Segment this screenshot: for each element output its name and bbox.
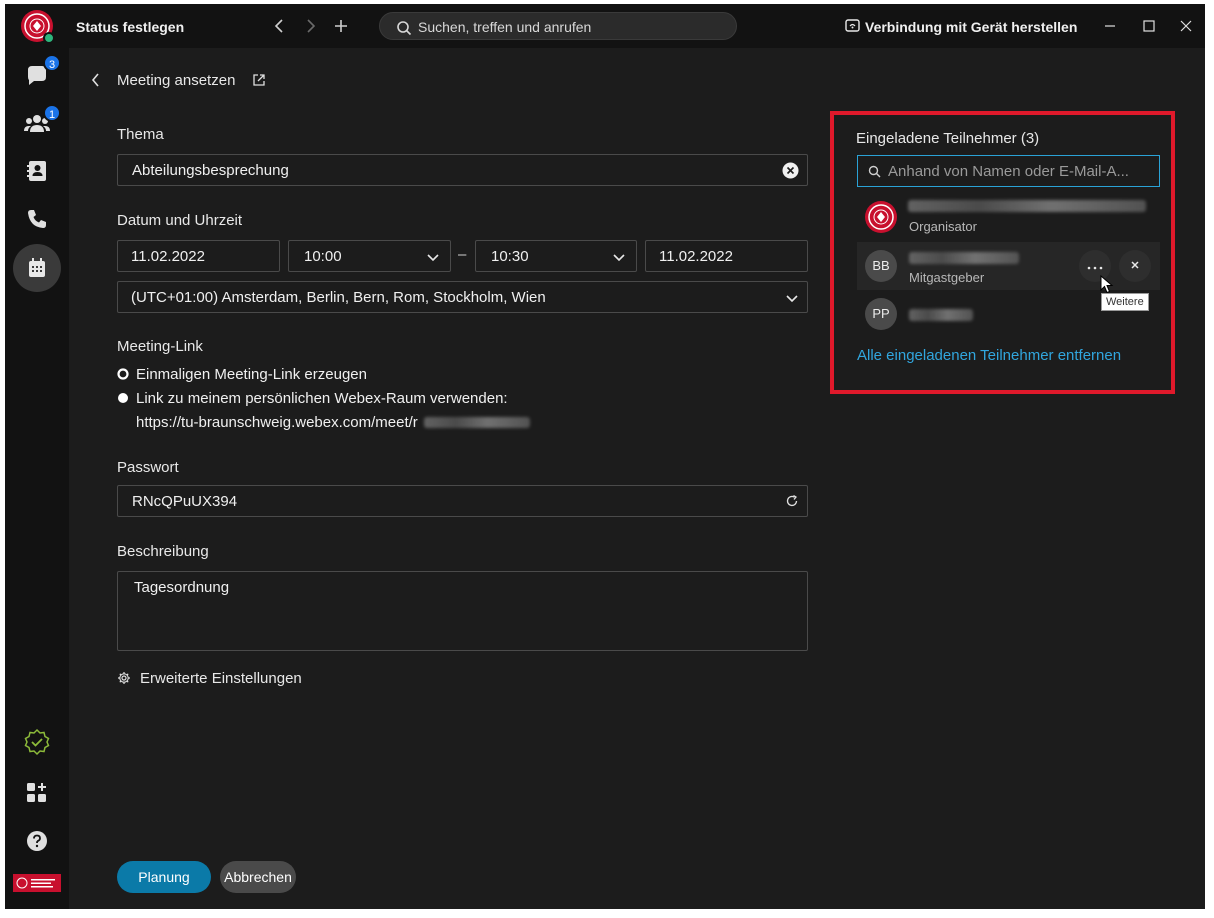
minimize-icon[interactable] [1103,19,1117,33]
chevron-down-icon [427,254,439,262]
end-time-value: 10:30 [491,248,529,265]
invitees-header: Eingeladene Teilnehmer (3) [856,130,1040,147]
invitee-role: Mitgastgeber [909,270,985,285]
start-date-value: 11.02.2022 [131,248,205,265]
schedule-button[interactable]: Planung [117,861,211,893]
invitees-panel: Eingeladene Teilnehmer (3) Anhand von Na… [830,111,1175,394]
start-time-select[interactable]: 10:00 [288,240,451,272]
password-input[interactable]: RNcQPuUX394 [117,485,808,517]
close-window-icon[interactable] [1179,19,1193,33]
advanced-settings-link[interactable]: Erweiterte Einstellungen [117,670,317,690]
personal-room-url: https://tu-braunschweig.webex.com/meet/r [136,414,530,431]
forward-arrow-icon[interactable] [303,18,317,34]
radio-unselected-icon [118,393,128,403]
connect-device-button[interactable]: Verbindung mit Gerät herstellen [865,19,1077,35]
meeting-link-label: Meeting-Link [117,338,203,355]
topic-label: Thema [117,126,164,143]
maximize-icon[interactable] [1142,19,1156,33]
invitee-row: PP [857,290,1160,338]
radio-one-time-label: Einmaligen Meeting-Link erzeugen [136,366,367,383]
global-search-input[interactable]: Suchen, treffen und anrufen [379,12,737,40]
user-avatar[interactable] [21,10,55,44]
help-icon[interactable] [25,829,49,853]
timezone-value: (UTC+01:00) Amsterdam, Berlin, Bern, Rom… [131,289,546,306]
gear-icon [118,672,130,684]
teams-badge: 1 [43,104,61,122]
redacted-username [423,417,530,428]
presence-indicator [43,32,55,44]
redacted-name [908,200,1146,212]
chevron-down-icon [786,295,798,303]
invitee-search-input[interactable]: Anhand von Namen oder E-Mail-A... [857,155,1160,187]
remove-invitee-button[interactable] [1119,250,1151,282]
plus-icon[interactable] [333,18,349,34]
phone-icon [28,210,46,228]
password-label: Passwort [117,459,179,476]
end-time-select[interactable]: 10:30 [475,240,637,272]
radio-selected-icon [117,368,129,380]
search-icon [868,165,881,178]
remove-all-invitees-link[interactable]: Alle eingeladenen Teilnehmer entfernen [857,347,1121,364]
avatar [865,201,897,233]
calendar-icon [29,258,45,277]
sidebar-item-teams[interactable]: 1 [21,104,61,140]
time-range-dash: – [458,246,467,263]
close-icon [1131,261,1139,269]
apps-icon[interactable] [25,781,49,805]
redacted-name [909,252,1019,264]
avatar: PP [865,298,897,330]
end-date-input[interactable]: 11.02.2022 [645,240,808,272]
description-value: Tagesordnung [134,579,230,596]
university-logo [13,874,61,892]
personal-room-url-text: https://tu-braunschweig.webex.com/meet/r [136,414,418,431]
title-bar: Status festlegen Suchen, treffen und anr… [5,4,1205,48]
start-date-input[interactable]: 11.02.2022 [117,240,280,272]
global-search-placeholder: Suchen, treffen und anrufen [418,19,592,35]
university-seal-icon [868,204,894,230]
device-connect-icon [845,19,860,32]
advanced-settings-label: Erweiterte Einstellungen [140,670,302,687]
avatar: BB [865,250,897,282]
end-date-value: 11.02.2022 [659,248,733,265]
check-status-icon[interactable] [23,728,51,756]
open-external-icon[interactable] [252,73,266,87]
sidebar-item-contacts[interactable] [21,155,53,187]
invitee-row-cohost[interactable]: BB Mitgastgeber [857,242,1160,290]
page-title: Meeting ansetzen [117,72,236,89]
timezone-select[interactable]: (UTC+01:00) Amsterdam, Berlin, Bern, Rom… [117,281,808,313]
redacted-name [909,309,973,321]
back-icon[interactable] [90,72,102,88]
university-logo-icon [16,877,55,889]
messaging-badge: 3 [43,54,61,72]
cancel-button[interactable]: Abbrechen [220,861,296,893]
status-button[interactable]: Status festlegen [76,19,184,35]
datetime-label: Datum und Uhrzeit [117,212,243,229]
invitee-row-organizer: Organisator [857,195,1160,243]
chevron-down-icon [613,254,625,262]
refresh-icon[interactable] [785,494,799,508]
sidebar-item-messaging[interactable]: 3 [21,54,61,92]
ellipsis-icon [1087,266,1103,270]
schedule-meeting-view: Meeting ansetzen Thema Abteilungsbesprec… [69,48,1205,909]
description-label: Beschreibung [117,543,209,560]
navigation-sidebar: 3 1 [5,48,69,909]
password-value: RNcQPuUX394 [132,493,238,510]
topic-value: Abteilungsbesprechung [132,162,289,179]
webex-window: Status festlegen Suchen, treffen und anr… [5,4,1205,909]
invitee-search-placeholder: Anhand von Namen oder E-Mail-A... [888,163,1129,180]
invitee-role: Organisator [909,219,977,234]
sidebar-item-meetings[interactable] [13,244,61,292]
back-arrow-icon[interactable] [273,18,287,34]
contacts-icon [27,161,46,181]
clear-icon[interactable] [782,162,799,179]
start-time-value: 10:00 [304,248,342,265]
search-icon [397,21,412,36]
radio-personal-label: Link zu meinem persönlichen Webex-Raum v… [136,390,508,407]
description-textarea[interactable]: Tagesordnung [117,571,808,651]
sidebar-item-calling[interactable] [21,203,53,235]
topic-input[interactable]: Abteilungsbesprechung [117,154,808,186]
